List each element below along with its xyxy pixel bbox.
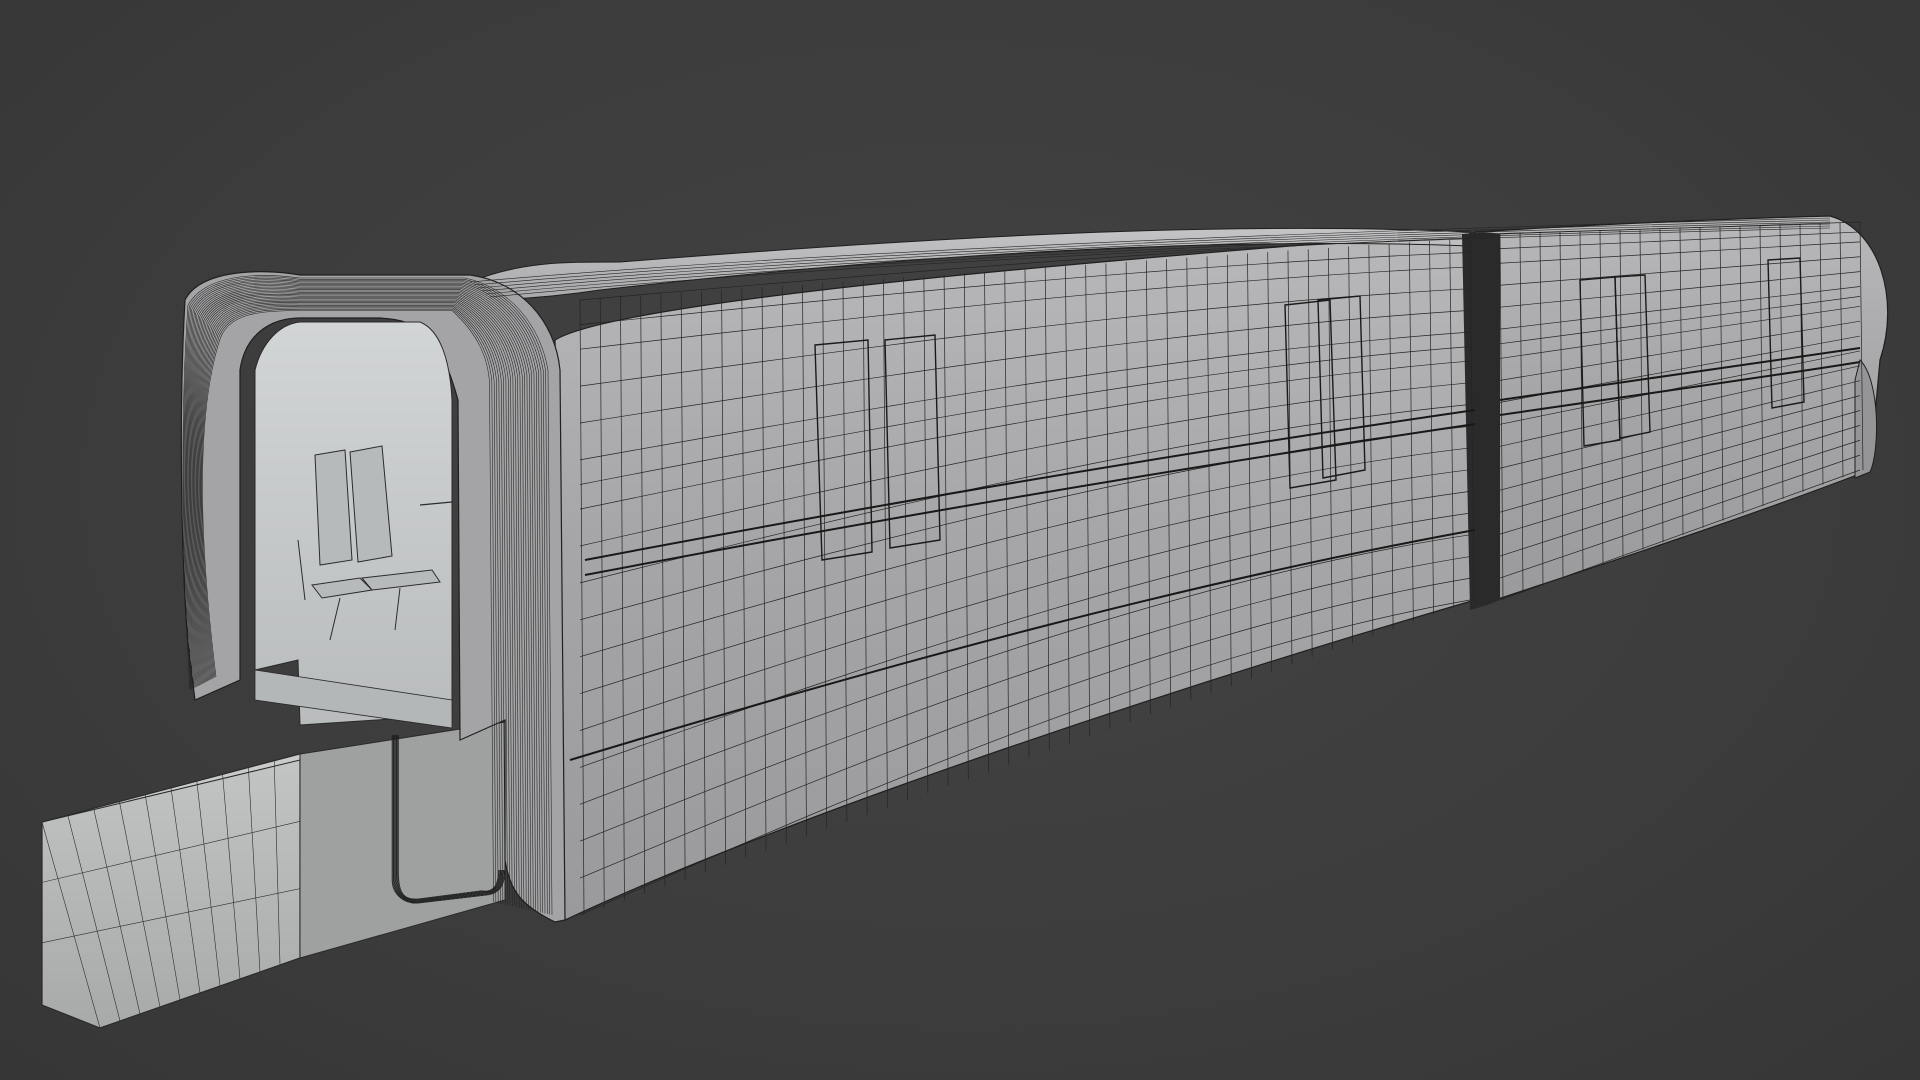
- monorail-model-render: [41, 215, 1889, 1029]
- cabin-interior: [254, 321, 453, 729]
- 3d-viewport[interactable]: [0, 0, 1920, 1080]
- guide-beam: [41, 721, 506, 1029]
